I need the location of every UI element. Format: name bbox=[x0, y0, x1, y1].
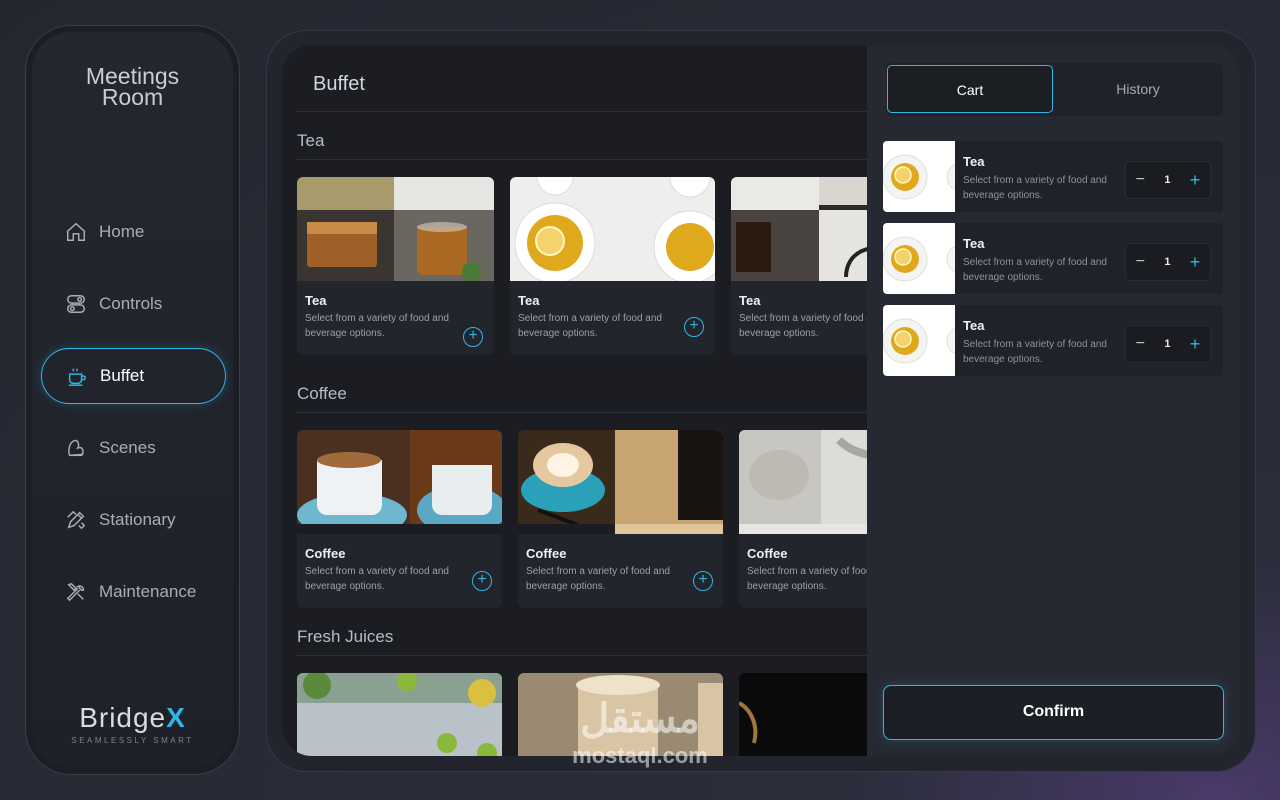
juice-photo bbox=[297, 673, 502, 756]
card-title: Tea bbox=[305, 293, 327, 308]
card-desc: Select from a variety of food and bevera… bbox=[305, 313, 449, 339]
divider bbox=[296, 412, 867, 413]
menu-card-tea-3[interactable]: Tea Select from a variety of food and be… bbox=[731, 177, 867, 355]
cart-item-title: Tea bbox=[963, 318, 985, 333]
coffee-photo bbox=[297, 430, 502, 534]
tea-photo bbox=[510, 177, 715, 281]
decrement-button[interactable]: − bbox=[1136, 253, 1145, 271]
menu-card-tea-1[interactable]: Tea Select from a variety of food and be… bbox=[297, 177, 494, 355]
toggle-icon bbox=[67, 295, 85, 313]
section-title-tea: Tea bbox=[297, 131, 325, 150]
decrement-button[interactable]: − bbox=[1136, 335, 1145, 353]
cart-item-desc: Select from a variety of food and bevera… bbox=[963, 175, 1107, 201]
watermark: مستقل mostaql.com bbox=[540, 695, 740, 769]
logo-tagline: SEAMLESSLY SMART bbox=[71, 736, 194, 745]
quantity-stepper: − 1 + bbox=[1125, 161, 1211, 199]
card-desc: Select from a variety of food and bevera… bbox=[518, 313, 662, 339]
decrement-button[interactable]: − bbox=[1136, 171, 1145, 189]
card-desc: Select from a variety of food and bevera… bbox=[305, 566, 449, 592]
cart-item-desc: Select from a variety of food and bevera… bbox=[963, 339, 1107, 365]
cart-item-thumbnail bbox=[883, 305, 955, 376]
confirm-button[interactable]: Confirm bbox=[883, 685, 1224, 740]
divider bbox=[296, 655, 867, 656]
divider bbox=[296, 111, 867, 112]
section-title-coffee: Coffee bbox=[297, 384, 347, 403]
cart-item-desc: Select from a variety of food and bevera… bbox=[963, 257, 1107, 283]
increment-button[interactable]: + bbox=[1190, 334, 1201, 355]
sidebar-item-buffet[interactable]: Buffet bbox=[41, 348, 226, 404]
quantity-value: 1 bbox=[1164, 256, 1171, 268]
sidebar-item-controls[interactable]: Controls bbox=[41, 276, 226, 332]
sidebar-item-label: Controls bbox=[99, 294, 163, 313]
sidebar-item-label: Scenes bbox=[99, 438, 156, 457]
tools-icon bbox=[66, 582, 85, 602]
card-title: Coffee bbox=[305, 546, 346, 561]
cart-tabs: Cart History bbox=[886, 63, 1223, 116]
cart-item-thumbnail bbox=[883, 223, 955, 294]
card-title: Coffee bbox=[526, 546, 567, 561]
sidebar-item-stationary[interactable]: Stationary bbox=[41, 492, 226, 548]
card-title: Tea bbox=[518, 293, 540, 308]
pencil-ruler-icon bbox=[67, 510, 86, 530]
cart-item: Tea Select from a variety of food and be… bbox=[883, 141, 1223, 212]
watermark-latin: mostaql.com bbox=[572, 743, 708, 768]
add-to-cart-button[interactable]: + bbox=[472, 571, 492, 591]
sidebar-item-home[interactable]: Home bbox=[41, 204, 226, 260]
sidebar-item-label: Stationary bbox=[99, 510, 176, 529]
card-desc: Select from a variety of food and bevera… bbox=[739, 313, 867, 339]
divider bbox=[296, 159, 867, 160]
menu-card-tea-2[interactable]: Tea Select from a variety of food and be… bbox=[510, 177, 715, 355]
add-to-cart-button[interactable]: + bbox=[684, 317, 704, 337]
room-title-line2: Room bbox=[101, 84, 164, 110]
menu-card-coffee-2[interactable]: Coffee Select from a variety of food and… bbox=[518, 430, 723, 608]
card-title: Tea bbox=[739, 293, 761, 308]
menu-card-coffee-3[interactable]: Coffee Select from a variety of food and… bbox=[739, 430, 867, 608]
scenes-icon bbox=[68, 439, 84, 457]
card-desc: Select from a variety of food and bevera… bbox=[747, 566, 867, 592]
watermark-arabic: مستقل bbox=[580, 697, 700, 741]
cart-panel: Cart History Tea Select from a variety o… bbox=[867, 45, 1240, 756]
cart-item-title: Tea bbox=[963, 236, 985, 251]
quantity-stepper: − 1 + bbox=[1125, 243, 1211, 281]
quantity-value: 1 bbox=[1164, 338, 1171, 350]
increment-button[interactable]: + bbox=[1190, 252, 1201, 273]
menu-panel: Buffet Tea Tea Select from a variety of … bbox=[282, 45, 867, 756]
page-title: Buffet bbox=[313, 73, 365, 95]
home-icon bbox=[67, 222, 85, 241]
coffee-photo bbox=[739, 430, 867, 534]
menu-card-juice-3[interactable] bbox=[739, 673, 867, 756]
sidebar-item-label: Buffet bbox=[100, 366, 145, 385]
juice-photo bbox=[739, 673, 867, 756]
section-title-fresh-juices: Fresh Juices bbox=[297, 627, 394, 646]
cart-item-thumbnail bbox=[883, 141, 955, 212]
sidebar-nav: Home Controls Buffet Scenes Stationary M… bbox=[41, 204, 226, 636]
cart-item-title: Tea bbox=[963, 154, 985, 169]
cart-item: Tea Select from a variety of food and be… bbox=[883, 223, 1223, 294]
card-desc: Select from a variety of food and bevera… bbox=[526, 566, 670, 592]
tea-photo bbox=[731, 177, 867, 281]
sidebar-item-maintenance[interactable]: Maintenance bbox=[41, 564, 226, 620]
quantity-stepper: − 1 + bbox=[1125, 325, 1211, 363]
sidebar-item-label: Maintenance bbox=[99, 582, 197, 601]
card-title: Coffee bbox=[747, 546, 788, 561]
menu-card-juice-1[interactable] bbox=[297, 673, 502, 756]
logo-main: Bridge bbox=[79, 702, 167, 733]
sidebar: Meetings Room Home Controls Buffet Scene… bbox=[25, 25, 240, 775]
tab-cart[interactable]: Cart bbox=[887, 65, 1053, 113]
menu-card-coffee-1[interactable]: Coffee Select from a variety of food and… bbox=[297, 430, 502, 608]
sidebar-item-scenes[interactable]: Scenes bbox=[41, 420, 226, 476]
add-to-cart-button[interactable]: + bbox=[463, 327, 483, 347]
cup-icon bbox=[68, 368, 86, 386]
coffee-photo bbox=[518, 430, 723, 534]
increment-button[interactable]: + bbox=[1190, 170, 1201, 191]
logo-x: X bbox=[166, 702, 186, 733]
quantity-value: 1 bbox=[1164, 174, 1171, 186]
tea-photo bbox=[297, 177, 494, 281]
brand-logo: BridgeX SEAMLESSLY SMART bbox=[26, 702, 239, 745]
room-title: Meetings Room bbox=[26, 65, 239, 110]
add-to-cart-button[interactable]: + bbox=[693, 571, 713, 591]
sidebar-item-label: Home bbox=[99, 222, 145, 241]
cart-item: Tea Select from a variety of food and be… bbox=[883, 305, 1223, 376]
tab-history[interactable]: History bbox=[1055, 65, 1221, 113]
